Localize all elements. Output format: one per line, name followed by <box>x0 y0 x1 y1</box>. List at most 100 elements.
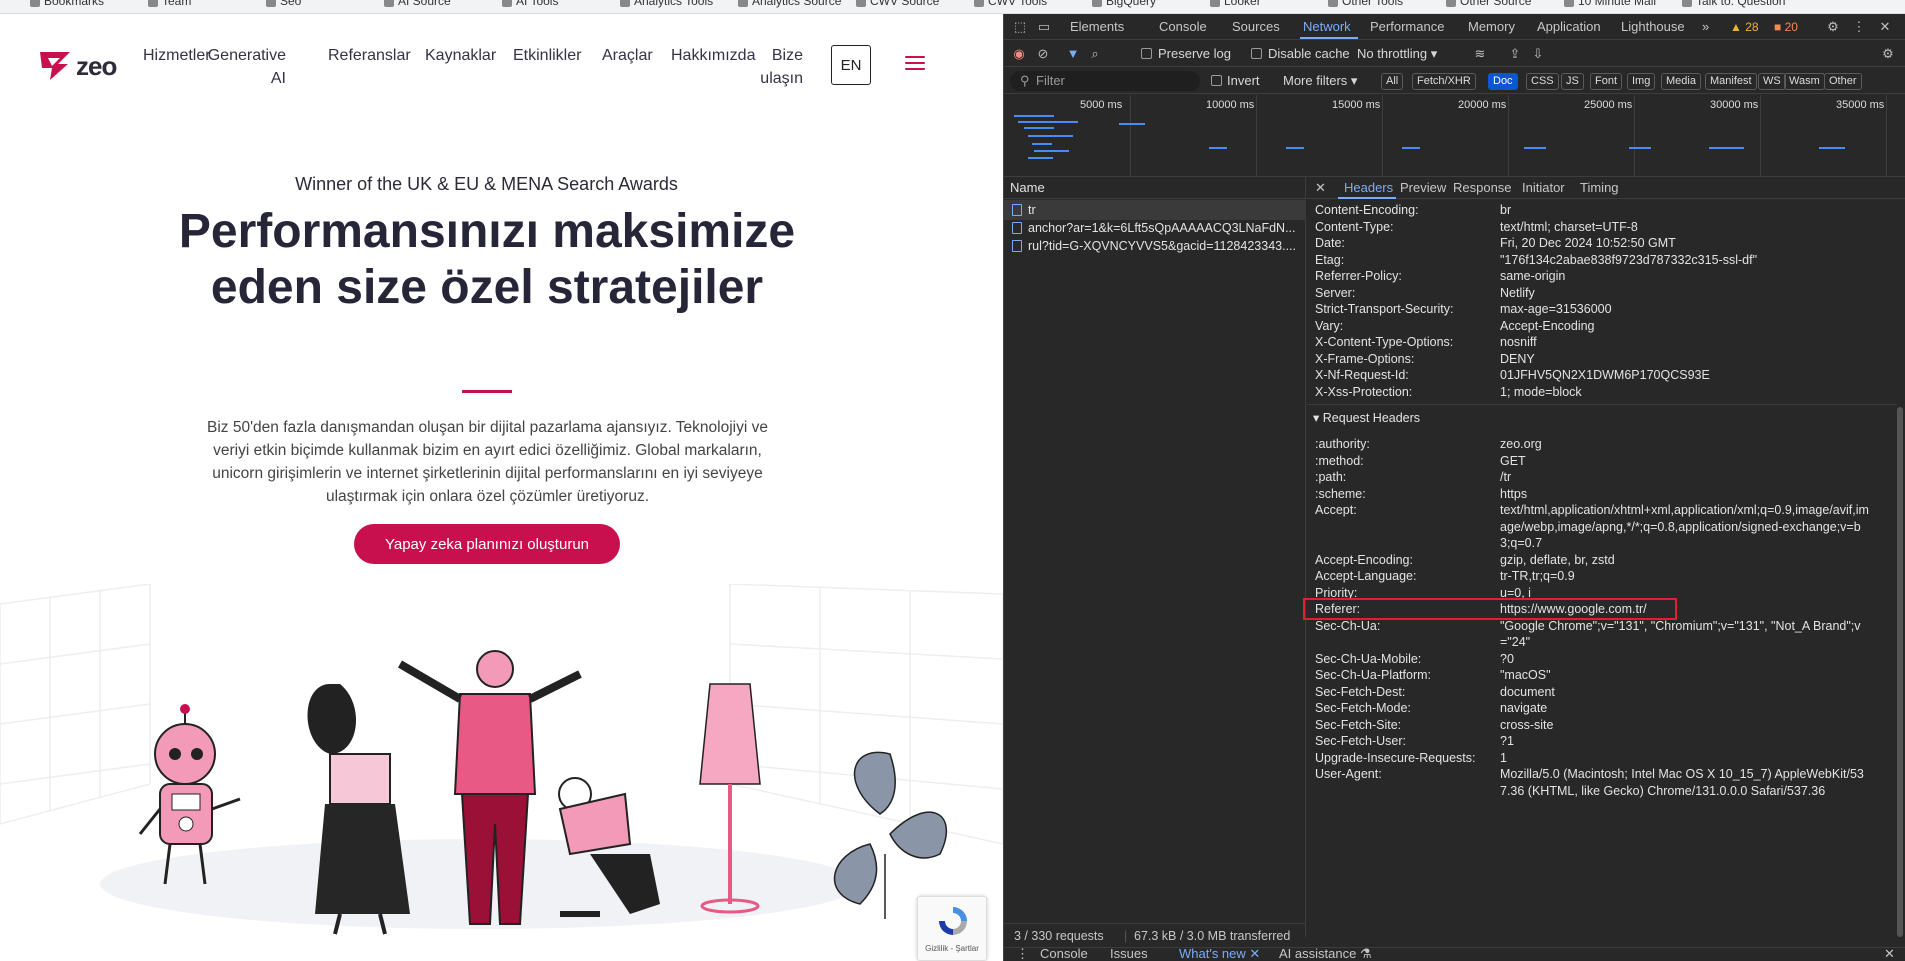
bookmark-item[interactable]: Team <box>148 0 191 8</box>
bookmark-item[interactable]: Bookmarks <box>30 0 104 8</box>
nav-bize-ulasin[interactable]: Bize ulaşın <box>743 44 803 90</box>
nav-etkinlikler[interactable]: Etkinlikler <box>513 44 581 67</box>
cta-button[interactable]: Yapay zeka planınızı oluşturun <box>354 524 620 564</box>
warnings-badge[interactable]: ▲ 28 <box>1730 20 1759 34</box>
close-drawer-icon[interactable]: ✕ <box>1884 946 1895 961</box>
header-value[interactable]: "Google Chrome";v="131", "Chromium";v="1… <box>1500 618 1870 651</box>
drawer-menu-icon[interactable]: ⋮ <box>1016 946 1029 961</box>
drawer-tab-ai-assistance[interactable]: AI assistance ⚗ <box>1279 946 1372 961</box>
close-devtools-icon[interactable]: ✕ <box>1877 19 1893 35</box>
tab-sources[interactable]: Sources <box>1232 19 1280 34</box>
name-column-header[interactable]: Name <box>1004 177 1306 199</box>
invert-checkbox[interactable] <box>1211 75 1222 86</box>
tab-memory[interactable]: Memory <box>1468 19 1515 34</box>
search-icon[interactable]: ⌕ <box>1087 46 1103 62</box>
disable-cache-checkbox[interactable] <box>1251 48 1262 59</box>
settings-gear-icon[interactable]: ⚙ <box>1825 19 1841 35</box>
filter-input[interactable]: ⚲ Filter <box>1010 71 1200 91</box>
filter-funnel-icon[interactable]: ▼ <box>1065 46 1081 62</box>
nav-referanslar[interactable]: Referanslar <box>328 44 411 67</box>
header-value[interactable]: Mozilla/5.0 (Macintosh; Intel Mac OS X 1… <box>1500 766 1870 799</box>
bookmark-item[interactable]: Analytics Tools <box>620 0 713 8</box>
hamburger-menu-icon[interactable] <box>905 56 925 72</box>
inspect-element-icon[interactable]: ⬚ <box>1012 19 1028 35</box>
bookmark-item[interactable]: 10 Minute Mail <box>1564 0 1656 8</box>
nav-generative-ai[interactable]: Generative AI <box>196 44 286 90</box>
request-headers-section[interactable]: ▾ Request Headers <box>1313 410 1420 425</box>
header-value[interactable]: 1; mode=block <box>1500 384 1870 401</box>
throttling-select[interactable]: No throttling ▾ <box>1357 46 1437 62</box>
network-settings-icon[interactable]: ⚙ <box>1880 46 1896 62</box>
nav-araclar[interactable]: Araçlar <box>602 44 653 67</box>
language-button[interactable]: EN <box>831 45 871 85</box>
recaptcha-badge[interactable]: Gizlilik - Şartlar <box>917 896 987 961</box>
close-detail-icon[interactable]: ✕ <box>1315 180 1326 196</box>
network-overview-timeline[interactable]: 5000 ms 10000 ms 15000 ms 20000 ms 25000 ms 3… <box>1004 95 1905 177</box>
tab-lighthouse[interactable]: Lighthouse <box>1621 19 1685 34</box>
tab-preview[interactable]: Preview <box>1400 180 1446 195</box>
tab-response[interactable]: Response <box>1453 180 1512 195</box>
close-tab-icon[interactable]: ✕ <box>1249 946 1260 961</box>
request-row[interactable]: rul?tid=G-XQVNCYVVS5&gacid=1128423343...… <box>1004 236 1306 256</box>
filter-chip-css[interactable]: CSS <box>1526 73 1559 90</box>
timeline-gridline <box>1886 95 1887 177</box>
chevron-down-icon: ▾ <box>1430 46 1438 61</box>
bookmark-item[interactable]: Analytics Source <box>738 0 841 8</box>
export-har-icon[interactable]: ⇩ <box>1530 46 1546 62</box>
header-row: :path:/tr <box>1307 467 1897 484</box>
filter-chip-ws[interactable]: WS <box>1758 73 1786 90</box>
bookmark-item[interactable]: CWV Tools <box>974 0 1047 8</box>
bookmark-item[interactable]: CWV Source <box>856 0 939 8</box>
filter-chip-fetchxhr[interactable]: Fetch/XHR <box>1412 73 1476 90</box>
drawer-tab-whats-new[interactable]: What's new ✕ <box>1179 946 1260 961</box>
request-row[interactable]: tr <box>1004 200 1306 220</box>
tab-console[interactable]: Console <box>1159 19 1207 34</box>
record-icon[interactable]: ◉ <box>1011 46 1027 62</box>
bookmark-item[interactable]: Other Source <box>1446 0 1531 8</box>
preserve-log-checkbox[interactable] <box>1141 48 1152 59</box>
filter-chip-wasm[interactable]: Wasm <box>1784 73 1825 90</box>
network-conditions-icon[interactable]: ≋ <box>1472 46 1488 62</box>
issues-badge[interactable]: ■ 20 <box>1774 20 1798 34</box>
timeline-gridline <box>1634 95 1635 177</box>
header-row: Sec-Ch-Ua-Platform: "macOS" <box>1307 665 1897 682</box>
bookmark-item[interactable]: Other Tools <box>1328 0 1403 8</box>
bookmark-item[interactable]: AI Tools <box>502 0 558 8</box>
bookmark-item[interactable]: AI Source <box>384 0 451 8</box>
tab-headers[interactable]: Headers <box>1344 180 1393 195</box>
tab-elements[interactable]: Elements <box>1070 19 1124 34</box>
drawer-tab-console[interactable]: Console <box>1040 946 1088 961</box>
tab-performance[interactable]: Performance <box>1370 19 1444 34</box>
filter-chip-all[interactable]: All <box>1381 73 1404 90</box>
filter-chip-media[interactable]: Media <box>1661 73 1701 90</box>
request-row[interactable]: anchor?ar=1&k=6Lft5sQpAAAAACQ3LNaFdN... <box>1004 218 1306 238</box>
filter-chip-img[interactable]: Img <box>1627 73 1656 90</box>
bookmark-item[interactable]: BigQuery <box>1092 0 1156 8</box>
import-har-icon[interactable]: ⇪ <box>1507 46 1523 62</box>
filter-chip-js[interactable]: JS <box>1561 73 1584 90</box>
filter-chip-doc[interactable]: Doc <box>1488 73 1518 90</box>
kebab-menu-icon[interactable]: ⋮ <box>1851 19 1867 35</box>
tab-application[interactable]: Application <box>1537 19 1601 34</box>
more-tabs-icon[interactable]: » <box>1702 19 1709 34</box>
more-filters-select[interactable]: More filters ▾ <box>1283 73 1357 89</box>
detail-scrollbar[interactable] <box>1897 407 1903 937</box>
document-icon <box>1012 240 1022 252</box>
bookmark-item[interactable]: Seo <box>266 0 301 8</box>
tab-network[interactable]: Network <box>1303 19 1351 34</box>
header-value[interactable]: text/html,application/xhtml+xml,applicat… <box>1500 502 1870 552</box>
site-logo[interactable]: zeo <box>38 50 117 82</box>
nav-kaynaklar[interactable]: Kaynaklar <box>425 44 496 67</box>
warnings-count: 28 <box>1745 20 1759 34</box>
recaptcha-text[interactable]: Gizlilik - Şartlar <box>918 944 986 953</box>
device-toolbar-icon[interactable]: ▭ <box>1036 19 1052 35</box>
filter-chip-font[interactable]: Font <box>1590 73 1623 90</box>
tab-timing[interactable]: Timing <box>1580 180 1619 195</box>
drawer-tab-issues[interactable]: Issues <box>1110 946 1148 961</box>
filter-chip-other[interactable]: Other <box>1824 73 1862 90</box>
bookmark-item[interactable]: Looker <box>1210 0 1261 8</box>
filter-chip-manifest[interactable]: Manifest <box>1705 73 1757 90</box>
tab-initiator[interactable]: Initiator <box>1522 180 1565 195</box>
bookmark-item[interactable]: Talk to: Question <box>1682 0 1785 8</box>
clear-icon[interactable]: ⊘ <box>1035 46 1051 62</box>
